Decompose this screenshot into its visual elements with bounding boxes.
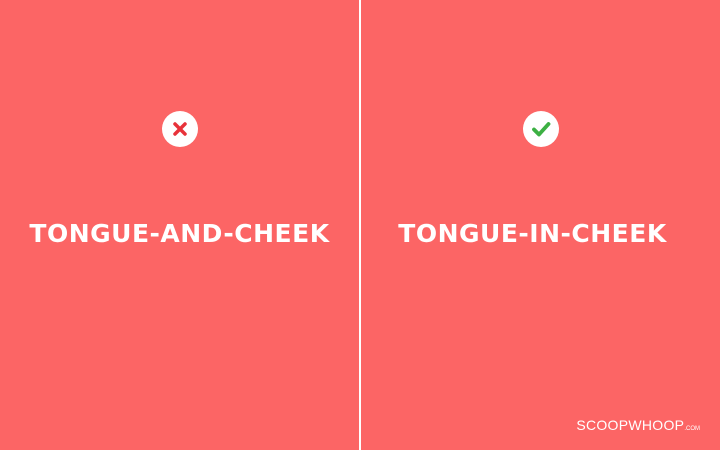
watermark-name: SCOOPWHOOP	[576, 417, 685, 433]
incorrect-badge	[162, 111, 198, 147]
correct-panel: TONGUE-IN-CHEEK	[361, 0, 720, 450]
incorrect-panel: TONGUE-AND-CHEEK	[0, 0, 359, 450]
cross-icon	[173, 122, 187, 136]
correct-phrase: TONGUE-IN-CHEEK	[398, 219, 667, 248]
checkmark-icon	[532, 122, 551, 137]
comparison-card: TONGUE-AND-CHEEK TONGUE-IN-CHEEK SCOOPWH…	[0, 0, 720, 450]
watermark-suffix: .COM	[684, 426, 700, 432]
correct-badge	[523, 111, 559, 147]
scoopwhoop-watermark: SCOOPWHOOP.COM	[576, 416, 700, 438]
incorrect-phrase: TONGUE-AND-CHEEK	[29, 219, 330, 248]
